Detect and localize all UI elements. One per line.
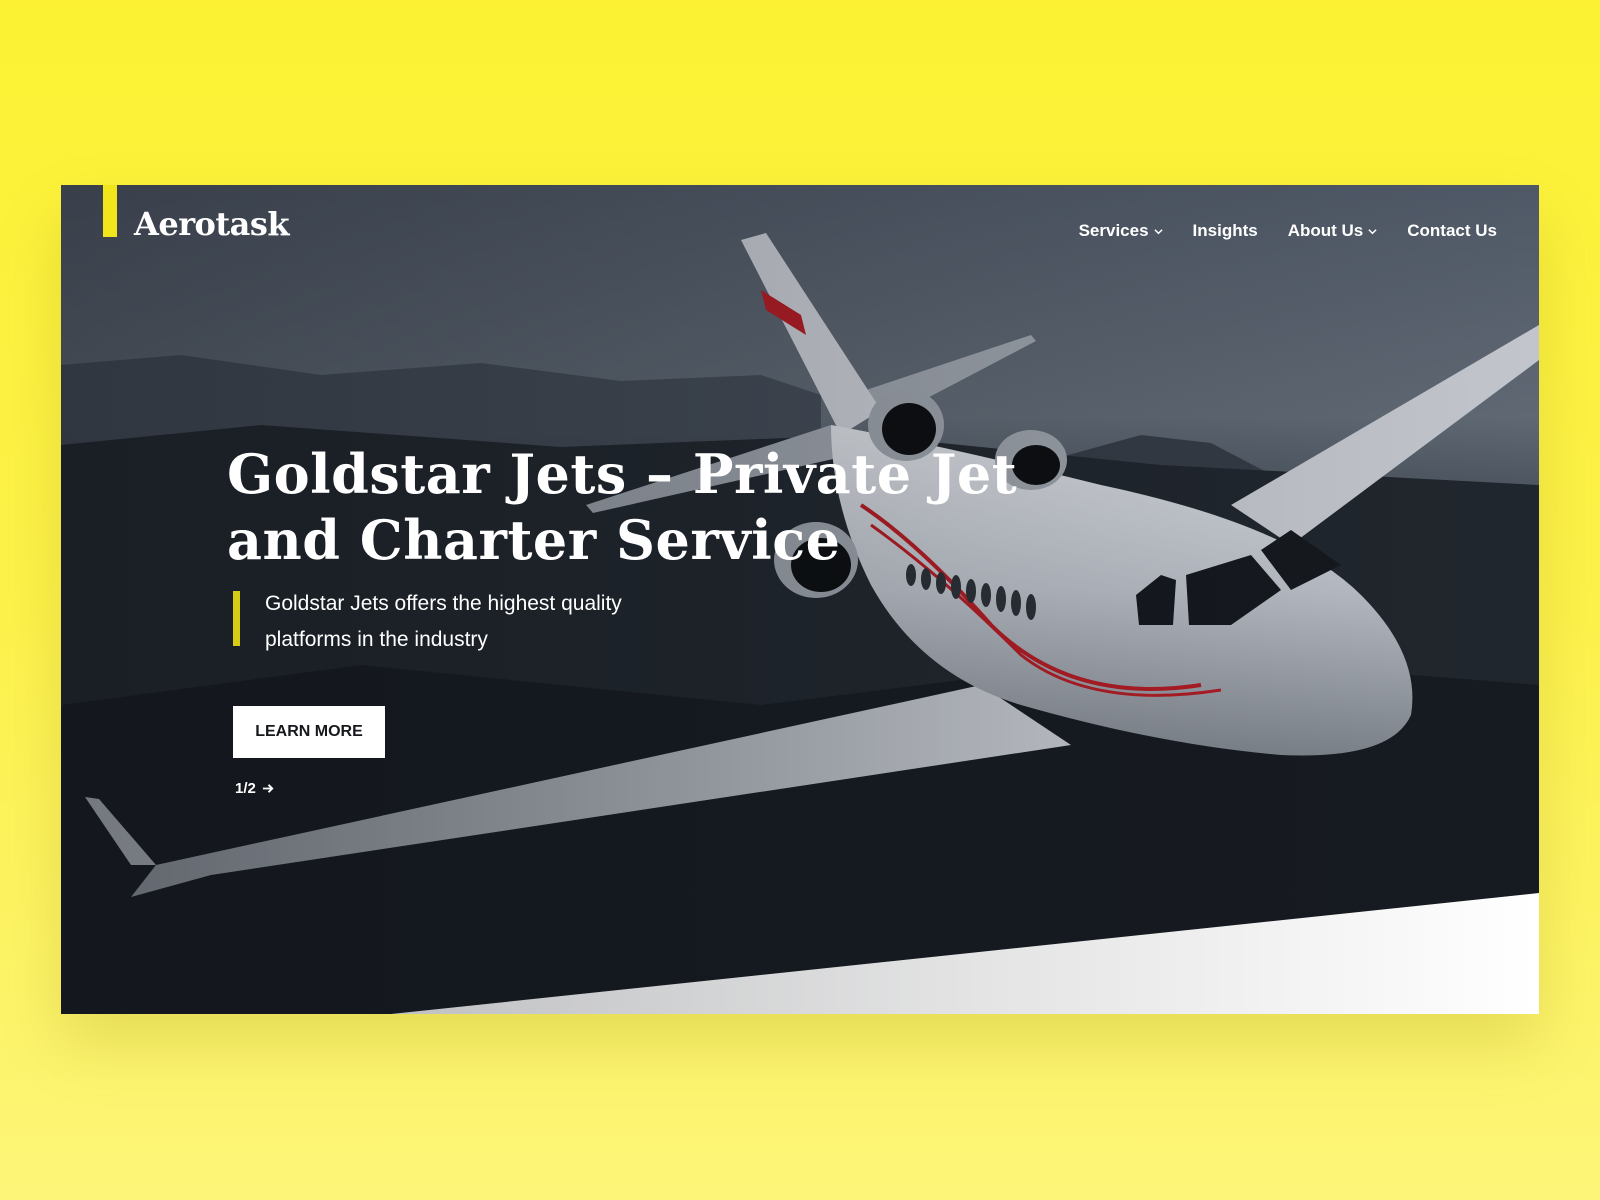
nav-item-label: About Us (1287, 221, 1364, 240)
nav-item-contact-us[interactable]: Contact Us (1407, 221, 1497, 241)
learn-more-button[interactable]: LEARN MORE (233, 706, 385, 758)
subtitle-accent-bar (233, 591, 240, 646)
slide-counter: 1/2 (235, 780, 256, 797)
nav-item-services[interactable]: Services (1079, 221, 1163, 241)
nav-item-label: Services (1078, 221, 1149, 240)
chevron-down-icon (1368, 228, 1377, 234)
slide-pager[interactable]: 1/2 (235, 780, 275, 797)
main-nav: Services Insights About Us Contact Us (1079, 221, 1497, 241)
hero-section: Aerotask Services Insights About Us Cont… (61, 185, 1539, 1014)
hero-subtitle: Goldstar Jets offers the highest quality… (265, 592, 622, 651)
nav-item-insights[interactable]: Insights (1193, 221, 1258, 241)
nav-item-label: Contact Us (1407, 221, 1497, 240)
nav-item-about-us[interactable]: About Us (1288, 221, 1378, 241)
nav-item-label: Insights (1192, 221, 1258, 240)
hero-title: Goldstar Jets – Private Jet and Charter … (227, 442, 1018, 572)
chevron-down-icon (1153, 228, 1163, 234)
brand-logo[interactable]: Aerotask (134, 205, 290, 243)
logo-accent-bar (103, 185, 117, 237)
arrow-right-icon (262, 784, 274, 793)
